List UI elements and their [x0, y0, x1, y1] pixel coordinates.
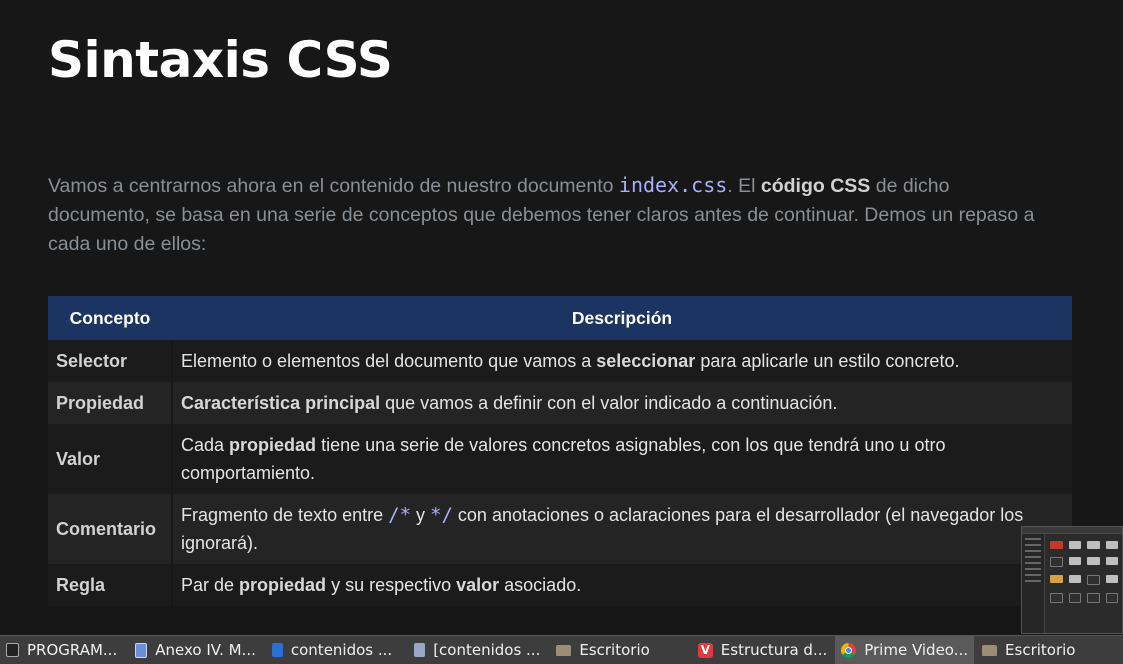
document-icon	[414, 643, 426, 657]
thumbnail-file-grid	[1050, 541, 1118, 603]
taskbar-item-prime-video[interactable]: Prime Video...	[835, 636, 975, 664]
intro-text-1: Vamos a centrarnos ahora en el contenido…	[48, 175, 619, 197]
taskbar-item-label: Prime Video...	[864, 641, 969, 659]
desc-bold: Característica principal	[181, 393, 381, 413]
term-cell: Comentario	[48, 494, 173, 564]
taskbar-item-label: Escritorio	[1005, 641, 1076, 659]
taskbar-item-label: Escritorio	[579, 641, 650, 659]
chrome-icon	[841, 642, 857, 658]
taskbar-item-label: [contenidos ...	[433, 641, 541, 659]
intro-paragraph: Vamos a centrarnos ahora en el contenido…	[48, 171, 1048, 259]
desc-text: Elemento o elementos del documento que v…	[181, 351, 597, 371]
page-title: Sintaxis CSS	[48, 31, 393, 89]
desc-text: Cada	[181, 435, 230, 455]
taskbar-item-escritorio[interactable]: Escritorio	[550, 636, 655, 664]
description-cell: Elemento o elementos del documento que v…	[172, 340, 1072, 382]
desc-bold: propiedad	[229, 435, 317, 455]
header-concepto: Concepto	[48, 296, 172, 340]
desc-text: Par de	[181, 575, 240, 595]
taskbar-item-estructura[interactable]: Estructura d...	[692, 636, 833, 664]
description-cell: Fragmento de texto entre /* y */ con ano…	[172, 494, 1072, 564]
taskbar-item-label: Estructura d...	[720, 641, 828, 659]
term-cell: Selector	[48, 340, 173, 382]
terminal-icon	[6, 643, 19, 657]
document-icon	[135, 642, 148, 658]
thumbnail-toolbar	[1022, 527, 1122, 534]
folder-icon	[556, 644, 572, 656]
term-cell: Propiedad	[48, 382, 173, 424]
intro-text-2: . El	[727, 175, 761, 197]
writer-icon	[271, 643, 283, 657]
table-row: Selector Elemento o elementos del docume…	[48, 340, 1072, 382]
desc-bold: seleccionar	[596, 351, 696, 371]
window-preview-thumbnail[interactable]	[1021, 526, 1123, 634]
desc-bold: propiedad	[239, 575, 327, 595]
taskbar-item-escritorio-2[interactable]: Escritorio	[976, 636, 1081, 664]
intro-code: index.css	[618, 173, 728, 197]
vivaldi-icon	[697, 642, 713, 658]
header-descripcion: Descripción	[172, 296, 1072, 340]
term-cell: Regla	[48, 564, 173, 606]
taskbar-item-label: PROGRAM...	[27, 641, 118, 659]
desc-text: y su respectivo	[326, 575, 457, 595]
description-cell: Característica principal que vamos a def…	[172, 382, 1072, 424]
taskbar-item-program[interactable]: PROGRAM...	[0, 636, 123, 664]
desc-bold: valor	[456, 575, 500, 595]
page: Sintaxis CSS Vamos a centrarnos ahora en…	[0, 0, 1123, 635]
intro-bold: código CSS	[760, 175, 871, 197]
desc-text: asociado.	[499, 575, 582, 595]
description-cell: Cada propiedad tiene una serie de valore…	[172, 424, 1072, 494]
folder-icon	[982, 644, 998, 656]
taskbar-item-contenidos[interactable]: contenidos ...	[266, 636, 398, 664]
comment-open-symbol: /*	[388, 504, 412, 526]
desc-text: y	[411, 505, 431, 525]
comment-close-symbol: */	[430, 504, 453, 526]
desc-text: para aplicarle un estilo concreto.	[695, 351, 960, 371]
taskbar-item-label: Anexo IV. M...	[155, 641, 256, 659]
table-row: Comentario Fragmento de texto entre /* y…	[48, 494, 1072, 564]
taskbar-item-contenidos-2[interactable]: [contenidos ...	[408, 636, 546, 664]
thumbnail-sidebar	[1022, 534, 1045, 633]
term-cell: Valor	[48, 424, 173, 494]
taskbar-item-anexo[interactable]: Anexo IV. M...	[129, 636, 262, 664]
table-row: Propiedad Característica principal que v…	[48, 382, 1072, 424]
taskbar-item-label: contenidos ...	[290, 641, 393, 659]
table-row: Valor Cada propiedad tiene una serie de …	[48, 424, 1072, 494]
table-header-row: Concepto Descripción	[48, 296, 1072, 340]
taskbar: PROGRAM... Anexo IV. M... contenidos ...…	[0, 635, 1123, 664]
table-row: Regla Par de propiedad y su respectivo v…	[48, 564, 1072, 606]
desc-text: Fragmento de texto entre	[181, 505, 389, 525]
desc-text: que vamos a definir con el valor indicad…	[380, 393, 838, 413]
concepts-table: Concepto Descripción Selector Elemento o…	[48, 296, 1072, 606]
description-cell: Par de propiedad y su respectivo valor a…	[172, 564, 1072, 606]
